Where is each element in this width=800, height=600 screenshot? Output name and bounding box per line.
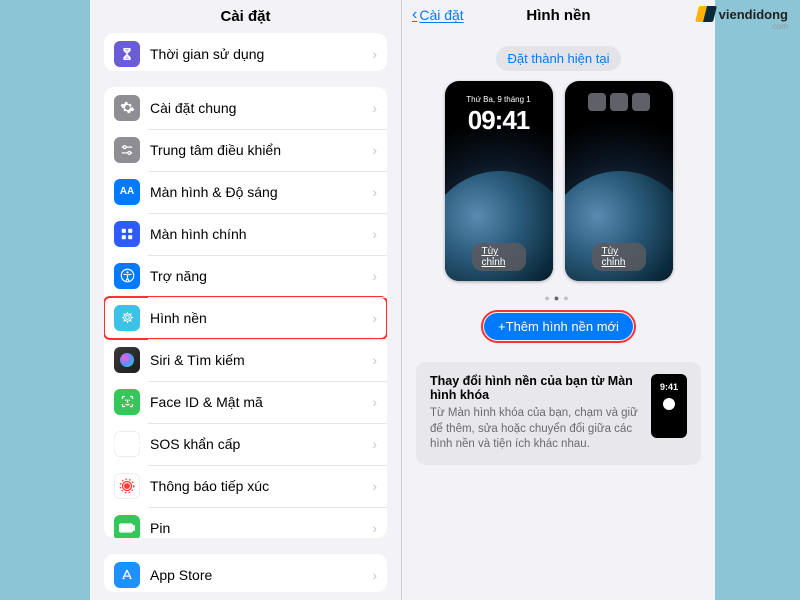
display-label: Màn hình & Độ sáng [150,184,372,200]
settings-group-store: App Store › [104,554,387,592]
chevron-right-icon: › [372,142,377,158]
sos-label: SOS khẩn cấp [150,436,372,452]
wallpaper-icon [114,305,140,331]
chevron-right-icon: › [372,436,377,452]
faceid-icon [114,389,140,415]
settings-row-siri[interactable]: Siri & Tìm kiếm › [104,339,387,381]
preview-date: Thứ Ba, 9 tháng 1 [445,95,553,104]
tip-thumbnail: 9:41 [651,374,687,438]
tip-title: Thay đổi hình nền của bạn từ Màn hình kh… [430,374,639,402]
wallpaper-panel: ‹ Cài đặt Hình nền Đặt thành hiện tại Th… [402,0,715,600]
screen-time-label: Thời gian sử dụng [150,46,372,62]
page-dots: ●●● [402,293,715,303]
tip-body: Từ Màn hình khóa của bạn, chạm và giữ để… [430,406,639,453]
settings-title: Cài đặt [90,0,401,31]
brand-sub: .com [771,22,788,31]
back-label: Cài đặt [419,7,463,23]
add-wallpaper-button[interactable]: +Thêm hình nền mới [484,313,633,340]
accessibility-icon [114,263,140,289]
chevron-right-icon: › [372,100,377,116]
chevron-right-icon: › [372,567,377,583]
customize-lockscreen-button[interactable]: Tùy chỉnh [472,243,526,271]
text-size-icon: AA [114,179,140,205]
tip-thumb-time: 9:41 [660,382,678,392]
chevron-right-icon: › [372,268,377,284]
grid-icon [114,221,140,247]
preview-widgets [565,93,673,111]
chevron-right-icon: › [372,478,377,494]
chevron-right-icon: › [372,184,377,200]
settings-row-accessibility[interactable]: Trợ năng › [104,255,387,297]
chevron-right-icon: › [372,46,377,62]
faceid-label: Face ID & Mật mã [150,394,372,410]
settings-row-home-screen[interactable]: Màn hình chính › [104,213,387,255]
chevron-right-icon: › [372,226,377,242]
wallpaper-label: Hình nền [150,310,372,326]
siri-icon [114,347,140,373]
accessibility-label: Trợ năng [150,268,372,284]
appstore-icon [114,562,140,588]
homescreen-preview[interactable]: Tùy chỉnh [565,81,673,281]
lockscreen-preview[interactable]: Thứ Ba, 9 tháng 1 09:41 Tùy chỉnh [445,81,553,281]
settings-row-appstore[interactable]: App Store › [104,554,387,592]
add-wallpaper-label: Thêm hình nền mới [506,319,619,334]
gear-icon [114,95,140,121]
brand-logo: viendidong .com [697,6,788,22]
settings-row-exposure[interactable]: Thông báo tiếp xúc › [104,465,387,507]
general-label: Cài đặt chung [150,100,372,116]
appstore-label: App Store [150,567,372,583]
settings-row-battery[interactable]: Pin › [104,507,387,539]
plus-icon: + [498,319,506,334]
sliders-icon [114,137,140,163]
settings-row-general[interactable]: Cài đặt chung › [104,87,387,129]
chevron-right-icon: › [372,310,377,326]
set-current-button[interactable]: Đặt thành hiện tại [496,46,622,71]
chevron-right-icon: › [372,520,377,536]
settings-group-top: Thời gian sử dụng › [104,33,387,71]
control-center-label: Trung tâm điều khiển [150,142,372,158]
settings-group-main: Cài đặt chung › Trung tâm điều khiển › A… [104,87,387,539]
chevron-right-icon: › [372,394,377,410]
back-button[interactable]: ‹ Cài đặt [412,6,464,24]
settings-panel: Cài đặt Thời gian sử dụng › Cài đặt chun… [90,0,402,600]
battery-icon [114,515,140,539]
settings-row-wallpaper[interactable]: Hình nền › [104,297,387,339]
tip-thumb-dot [663,398,675,410]
hourglass-icon [114,41,140,67]
home-screen-label: Màn hình chính [150,226,372,242]
chevron-right-icon: › [372,352,377,368]
sos-icon: SOS [114,431,140,457]
settings-row-display[interactable]: AA Màn hình & Độ sáng › [104,171,387,213]
settings-row-faceid[interactable]: Face ID & Mật mã › [104,381,387,423]
preview-time: 09:41 [445,105,553,136]
wallpaper-previews: Thứ Ba, 9 tháng 1 09:41 Tùy chỉnh Tùy ch… [402,81,715,281]
tip-card: Thay đổi hình nền của bạn từ Màn hình kh… [416,362,701,465]
settings-row-sos[interactable]: SOS SOS khẩn cấp › [104,423,387,465]
settings-row-screen-time[interactable]: Thời gian sử dụng › [104,33,387,71]
battery-label: Pin [150,520,372,536]
brand-name: viendidong [719,7,788,22]
exposure-label: Thông báo tiếp xúc [150,478,372,494]
exposure-icon [114,473,140,499]
settings-row-control-center[interactable]: Trung tâm điều khiển › [104,129,387,171]
siri-label: Siri & Tìm kiếm [150,352,372,368]
customize-homescreen-button[interactable]: Tùy chỉnh [592,243,646,271]
chevron-left-icon: ‹ [412,6,417,24]
